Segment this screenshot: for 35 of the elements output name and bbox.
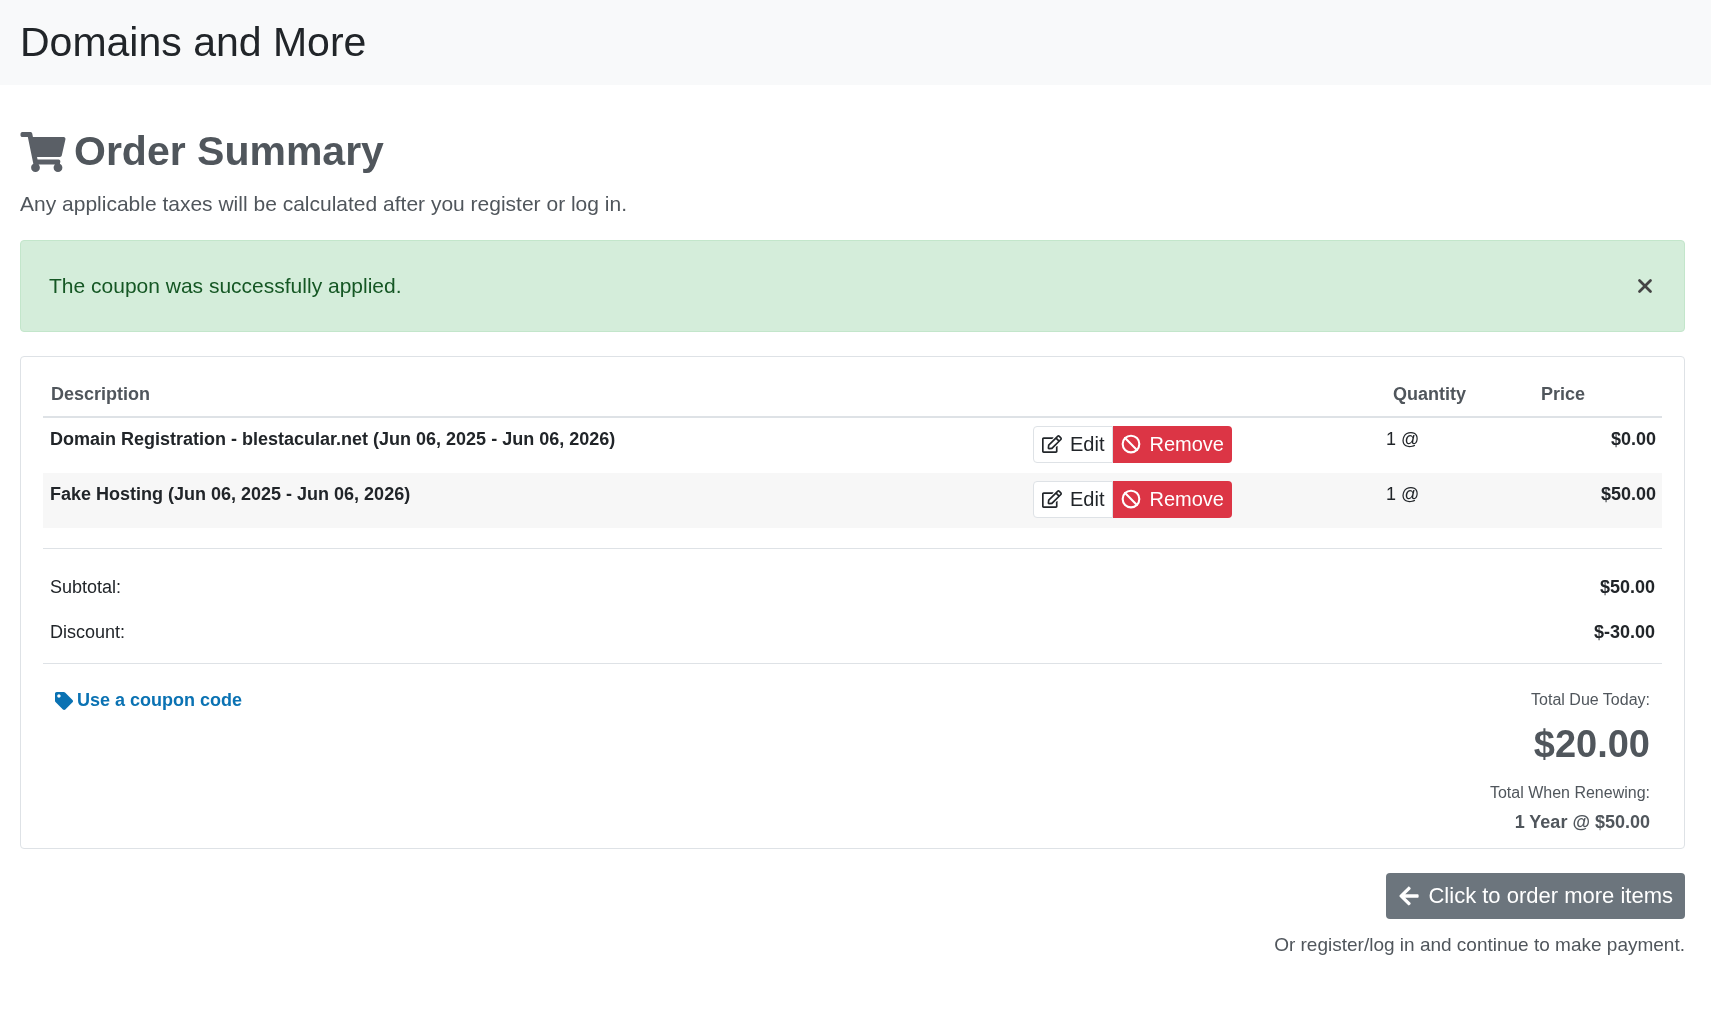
- due-amount: $20.00: [1533, 721, 1650, 767]
- coupon-link[interactable]: Use a coupon code: [43, 687, 243, 714]
- column-header: Quantity: [1393, 382, 1467, 406]
- arrow-left-icon: [1398, 884, 1421, 907]
- total-value: $-30.00: [1593, 620, 1655, 644]
- page-subtitle: Any applicable taxes will be calculated after you register or log in.: [20, 191, 628, 217]
- item-quantity: 1 @: [1386, 427, 1421, 451]
- cart-icon: [20, 131, 66, 172]
- edit-icon: [1042, 434, 1062, 454]
- remove-button[interactable]: Remove: [1113, 480, 1232, 518]
- footer-note: Or register/log in and continue to make payment.: [1274, 932, 1685, 957]
- alert-message: The coupon was successfully applied.: [49, 272, 402, 299]
- edit-button[interactable]: Edit: [1033, 480, 1114, 518]
- remove-button[interactable]: Remove: [1113, 425, 1232, 463]
- edit-button[interactable]: Edit: [1033, 425, 1114, 463]
- renew-label: Total When Renewing:: [1489, 782, 1650, 803]
- column-header: Price: [1541, 382, 1586, 406]
- ban-icon: [1121, 489, 1142, 509]
- total-label: Discount:: [50, 620, 126, 644]
- order-more-button[interactable]: Click to order more items: [1386, 872, 1685, 919]
- due-label: Total Due Today:: [1531, 689, 1650, 710]
- item-description: Domain Registration - blestacular.net (Jun 06, 2025 - Jun 06, 2026): [49, 427, 617, 451]
- page-title: Order Summary: [74, 131, 384, 172]
- item-price: $0.00: [1609, 427, 1657, 451]
- item-quantity: 1 @: [1386, 482, 1421, 506]
- edit-icon: [1042, 489, 1062, 509]
- tag-icon: [55, 691, 73, 710]
- renew-value: 1 Year @ $50.00: [1514, 810, 1650, 834]
- item-price: $50.00: [1599, 482, 1657, 506]
- item-description: Fake Hosting (Jun 06, 2025 - Jun 06, 2026): [49, 482, 412, 506]
- total-value: $50.00: [1599, 575, 1655, 599]
- site-title: Domains and More: [20, 22, 367, 63]
- column-header: Description: [50, 382, 152, 406]
- total-label: Subtotal:: [50, 575, 122, 599]
- ban-icon: [1121, 434, 1142, 454]
